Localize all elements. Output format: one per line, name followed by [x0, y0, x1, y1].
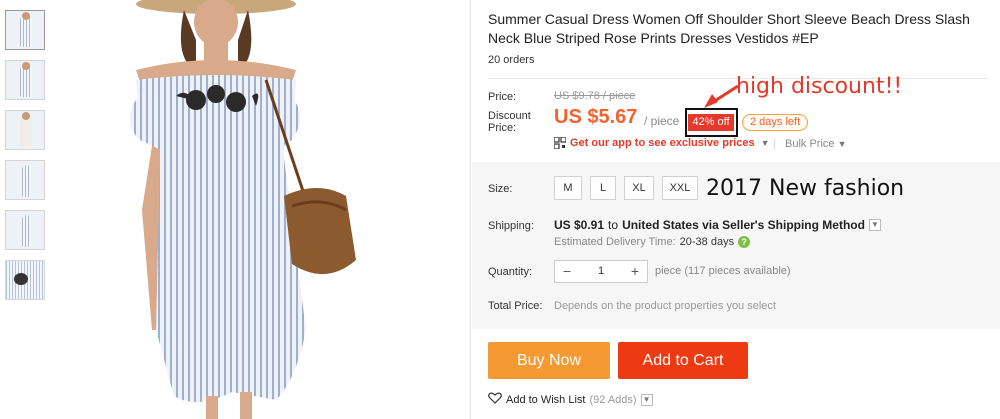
add-to-cart-button[interactable]: Add to Cart	[618, 342, 748, 379]
divider	[774, 138, 775, 150]
caret-down-icon: ▼	[760, 138, 770, 148]
main-product-image[interactable]	[56, 0, 468, 419]
size-label: Size:	[488, 183, 513, 195]
qr-code-icon	[553, 136, 567, 150]
thumbnail-6[interactable]	[5, 260, 45, 300]
wishlist-count: (92 Adds)	[589, 393, 637, 406]
quantity-availability: piece (117 pieces available)	[655, 265, 791, 277]
bulk-price-dropdown[interactable]: Bulk Price ▼	[785, 138, 847, 150]
per-piece-label: / piece	[644, 114, 680, 128]
delivery-days: 20-38 days	[679, 236, 735, 248]
annotation-new-fashion: 2017 New fashion	[706, 176, 905, 201]
bulk-price-label: Bulk Price	[785, 138, 835, 150]
discount-price-label-line1: Discount	[488, 110, 531, 122]
discount-price-label-line2: Price:	[488, 122, 517, 134]
shipping-destination: United States via Seller's Shipping Meth…	[622, 218, 865, 232]
thumbnail-2[interactable]	[5, 60, 45, 100]
thumbnail-3[interactable]	[5, 110, 45, 150]
add-to-wishlist-link[interactable]: Add to Wish List (92 Adds) ▼	[488, 392, 653, 407]
shipping-label: Shipping:	[488, 220, 534, 232]
shipping-dropdown-icon[interactable]: ▼	[868, 219, 881, 231]
help-icon[interactable]: ?	[738, 236, 751, 248]
wishlist-dropdown-icon[interactable]: ▼	[640, 393, 653, 406]
thumbnail-strip	[5, 10, 49, 310]
annotation-high-discount: high discount!!	[736, 74, 903, 99]
quantity-stepper: − 1 +	[554, 260, 648, 283]
quantity-input[interactable]: 1	[579, 261, 623, 282]
order-count[interactable]: 20 orders	[488, 54, 534, 66]
thumbnail-4[interactable]	[5, 160, 45, 200]
price-label: Price:	[488, 91, 517, 103]
shipping-cost: US $0.91	[554, 218, 605, 232]
heart-icon	[488, 392, 502, 407]
sale-price: US $5.67	[554, 106, 638, 128]
discount-badge: 42% off	[688, 114, 734, 131]
thumbnail-5[interactable]	[5, 210, 45, 250]
delivery-estimate: Estimated Delivery Time: 20-38 days ?	[554, 236, 751, 248]
product-title: Summer Casual Dress Women Off Shoulder S…	[488, 11, 970, 46]
minus-icon[interactable]: −	[555, 261, 579, 282]
app-exclusive-link[interactable]: Get our app to see exclusive prices ▼	[553, 136, 770, 150]
size-option-m[interactable]: M	[554, 176, 582, 200]
quantity-label: Quantity:	[488, 266, 533, 278]
wishlist-label: Add to Wish List	[506, 393, 586, 406]
product-photo-dress	[130, 0, 356, 419]
buy-now-button[interactable]: Buy Now	[488, 342, 610, 379]
days-left-badge: 2 days left	[742, 114, 809, 131]
product-info-panel: Summer Casual Dress Women Off Shoulder S…	[472, 0, 1000, 419]
app-link-label: Get our app to see exclusive prices	[570, 137, 755, 149]
size-option-xl[interactable]: XL	[624, 176, 654, 200]
plus-icon[interactable]: +	[623, 261, 647, 282]
thumbnail-1[interactable]	[5, 10, 45, 50]
shipping-info: US $0.91 to United States via Seller's S…	[554, 218, 881, 232]
total-price-note: Depends on the product properties you se…	[554, 300, 776, 312]
total-price-label: Total Price:	[488, 300, 543, 312]
caret-down-icon: ▼	[837, 139, 847, 149]
panel-divider	[470, 0, 471, 419]
delivery-label: Estimated Delivery Time:	[554, 236, 676, 248]
shipping-to: to	[608, 218, 619, 232]
size-option-xxl[interactable]: XXL	[662, 176, 698, 200]
original-price: US $9.78 / piece	[554, 90, 636, 102]
size-option-l[interactable]: L	[590, 176, 616, 200]
